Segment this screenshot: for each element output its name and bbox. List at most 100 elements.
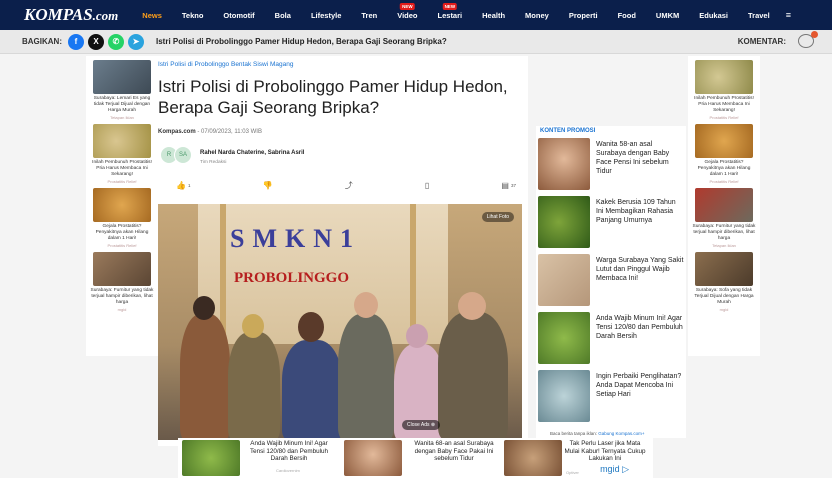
promo-content: KONTEN PROMOSI Wanita 58-an asal Surabay… <box>536 126 686 438</box>
bookmark-icon[interactable]: ▯ <box>425 180 429 191</box>
mgid-logo[interactable]: mgid ▷ <box>600 464 629 475</box>
like-button[interactable]: 👍 1 <box>176 180 190 191</box>
rail-ad-item[interactable]: Gejala Prostatitis? Penyakitnya akan Hil… <box>86 188 158 248</box>
rail-ad-item[interactable]: Inilah Pembunuh Prostatitis! Pria Harus … <box>86 124 158 184</box>
dislike-button[interactable]: 👎 <box>263 180 273 191</box>
ad-thumbnail[interactable] <box>93 252 151 286</box>
article-photo[interactable]: SMKN1 PROBOLINGGO Lihat Foto Close Ads ⊗ <box>158 204 522 440</box>
ad-thumbnail[interactable] <box>93 188 151 222</box>
nav-news[interactable]: News <box>142 11 162 20</box>
nav-travel[interactable]: Travel <box>748 11 770 20</box>
ad-thumbnail[interactable] <box>182 440 240 476</box>
nav-lifestyle[interactable]: Lifestyle <box>311 11 341 20</box>
like-count: 1 <box>187 183 191 188</box>
photo-person-head <box>298 312 324 342</box>
telegram-icon[interactable]: ➤ <box>128 33 144 50</box>
ad-thumbnail[interactable] <box>504 440 562 476</box>
ad-thumbnail[interactable] <box>695 188 753 222</box>
rail-ad-item[interactable]: Inilah Pembunuh Prostatitis! Pria Harus … <box>688 60 760 120</box>
photo-person <box>338 314 394 440</box>
ad-text[interactable]: Anda Wajib Minum Ini! Agar Tensi 120/80 … <box>244 440 334 463</box>
menu-icon[interactable]: ≡ <box>786 10 791 20</box>
ad-source: Prostatitis Relief <box>709 115 739 120</box>
nav-video[interactable]: Video NEW <box>397 2 418 20</box>
promo-item[interactable]: Ingin Perbaiki Penglihatan? Anda Dapat M… <box>536 370 686 428</box>
promo-thumbnail[interactable] <box>538 370 590 422</box>
nav-money[interactable]: Money <box>525 11 549 20</box>
ad-caption[interactable]: Surabaya: Lemari Es yang tidak Terjual D… <box>86 96 158 114</box>
nav-tekno[interactable]: Tekno <box>182 11 204 20</box>
ad-caption[interactable]: Surabaya: Sofa yang tidak Terjual Dijual… <box>688 288 760 306</box>
nav-food[interactable]: Food <box>618 11 636 20</box>
nav-tren[interactable]: Tren <box>361 11 377 20</box>
komentar-label[interactable]: KOMENTAR: <box>738 37 786 46</box>
breadcrumb[interactable]: Istri Polisi di Probolinggo Bentak Siswi… <box>158 61 293 68</box>
rail-ad-item[interactable]: Surabaya: Lemari Es yang tidak Terjual D… <box>86 60 158 120</box>
ad-caption[interactable]: Inilah Pembunuh Prostatitis! Pria Harus … <box>688 96 760 114</box>
share-bar: BAGIKAN: f X ✆ ➤ Istri Polisi di Proboli… <box>0 30 832 54</box>
comment-count: 37 <box>510 183 516 188</box>
nav-properti[interactable]: Properti <box>569 11 598 20</box>
rail-ad-item[interactable]: Surabaya: Sofa yang tidak Terjual Dijual… <box>688 252 760 312</box>
promo-text[interactable]: Ingin Perbaiki Penglihatan? Anda Dapat M… <box>596 372 684 399</box>
ad-thumbnail[interactable] <box>695 252 753 286</box>
promo-item[interactable]: Warga Surabaya Yang Sakit Lutut dan Ping… <box>536 254 686 312</box>
promo-thumbnail[interactable] <box>538 312 590 364</box>
nav-bola[interactable]: Bola <box>275 11 291 20</box>
promo-title: KONTEN PROMOSI <box>540 128 596 134</box>
ad-text[interactable]: Tak Perlu Laser jika Mata Mulai Kabur! T… <box>564 440 646 463</box>
nav-edukasi[interactable]: Edukasi <box>699 11 728 20</box>
promo-item[interactable]: Anda Wajib Minum Ini! Agar Tensi 120/80 … <box>536 312 686 370</box>
photo-person <box>228 332 280 440</box>
source-name[interactable]: Kompas.com <box>158 129 196 135</box>
facebook-icon[interactable]: f <box>68 33 84 50</box>
avatar[interactable]: SA <box>174 146 192 164</box>
promo-text[interactable]: Warga Surabaya Yang Sakit Lutut dan Ping… <box>596 256 684 283</box>
close-ads-button[interactable]: Close Ads ⊗ <box>402 420 441 430</box>
share-icon[interactable]: ⤴ <box>345 180 353 191</box>
promo-thumbnail[interactable] <box>538 254 590 306</box>
promo-item[interactable]: Kakek Berusia 109 Tahun Ini Membagikan R… <box>536 196 686 254</box>
ad-thumbnail[interactable] <box>695 60 753 94</box>
rail-ad-item[interactable]: Gejala Prostatitis? Penyakitnya akan Hil… <box>688 124 760 184</box>
author-names[interactable]: Rahel Narda Chaterine, Sabrina Asril <box>200 150 304 156</box>
ad-caption[interactable]: Gejala Prostatitis? Penyakitnya akan Hil… <box>688 160 760 178</box>
comment-button[interactable]: ▤ 37 <box>501 180 516 191</box>
article-actions: 👍 1 👎 ⤴ ▯ ▤ 37 <box>176 180 516 191</box>
nav-umkm[interactable]: UMKM <box>656 11 679 20</box>
photo-sign-city: PROBOLINGGO <box>234 270 350 286</box>
photo-person-head <box>242 314 264 338</box>
join-link[interactable]: Gabung Kompas.com+ <box>598 431 644 436</box>
ad-thumbnail[interactable] <box>93 124 151 158</box>
ad-thumbnail[interactable] <box>344 440 402 476</box>
nav-lestari[interactable]: Lestari NEW <box>438 2 462 20</box>
nav-health[interactable]: Health <box>482 11 505 20</box>
ad-caption[interactable]: Surabaya: Furnitur yang tidak terjual ha… <box>688 224 760 242</box>
ad-caption[interactable]: Gejala Prostatitis? Penyakitnya akan Hil… <box>86 224 158 242</box>
rail-ad-item[interactable]: Surabaya: Furnitur yang tidak terjual ha… <box>688 188 760 248</box>
promo-thumbnail[interactable] <box>538 196 590 248</box>
ad-source: mgid <box>719 307 729 312</box>
ad-text[interactable]: Wanita 68-an asal Surabaya dengan Baby F… <box>408 440 500 463</box>
promo-footer-text: Baca berita tanpa iklan: <box>550 431 598 436</box>
author-role: Tim Redaksi <box>200 160 227 165</box>
kompas-logo[interactable]: KOMPAS.com <box>24 5 118 25</box>
ad-thumbnail[interactable] <box>695 124 753 158</box>
sharebar-title: Istri Polisi di Probolinggo Pamer Hidup … <box>156 37 447 46</box>
ad-caption[interactable]: Surabaya: Furnitur yang tidak terjual ha… <box>86 288 158 306</box>
share-label: BAGIKAN: <box>22 37 62 46</box>
promo-text[interactable]: Wanita 58-an asal Surabaya dengan Baby F… <box>596 140 684 176</box>
ad-caption[interactable]: Inilah Pembunuh Prostatitis! Pria Harus … <box>86 160 158 178</box>
promo-text[interactable]: Kakek Berusia 109 Tahun Ini Membagikan R… <box>596 198 684 225</box>
x-icon[interactable]: X <box>88 33 104 50</box>
rail-ad-item[interactable]: Surabaya: Furnitur yang tidak terjual ha… <box>86 252 158 312</box>
ad-thumbnail[interactable] <box>93 60 151 94</box>
promo-text[interactable]: Anda Wajib Minum Ini! Agar Tensi 120/80 … <box>596 314 684 341</box>
promo-thumbnail[interactable] <box>538 138 590 190</box>
view-photo-button[interactable]: Lihat Foto <box>481 212 514 222</box>
ad-source: Prostatitis Relief <box>709 179 739 184</box>
promo-item[interactable]: Wanita 58-an asal Surabaya dengan Baby F… <box>536 138 686 196</box>
whatsapp-icon[interactable]: ✆ <box>108 33 124 50</box>
nav-otomotif[interactable]: Otomotif <box>223 11 254 20</box>
publish-date: - 07/09/2023, 11:03 WIB <box>195 129 262 135</box>
